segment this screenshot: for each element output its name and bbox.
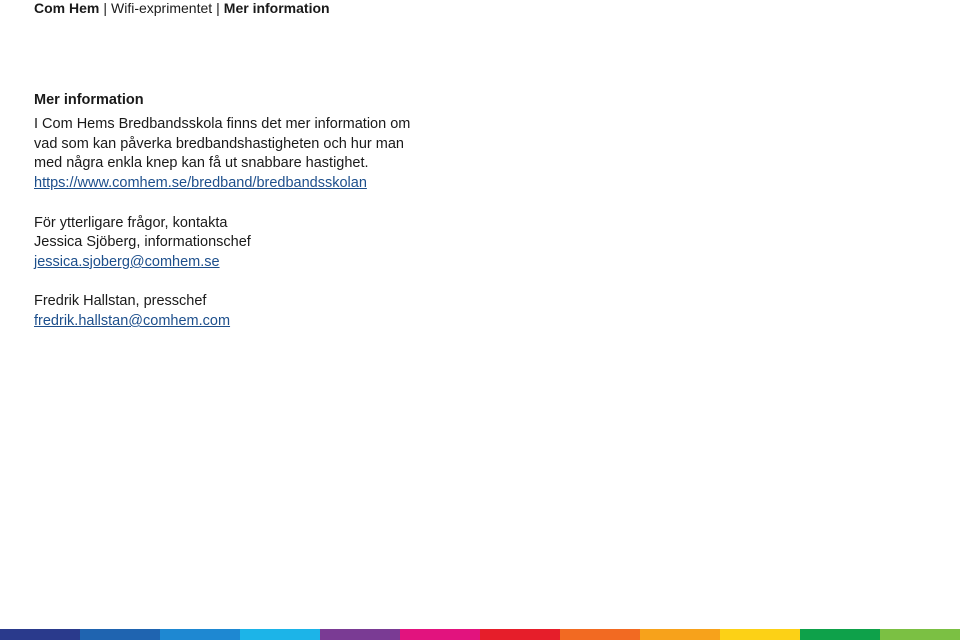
breadcrumb: Com Hem | Wifi-exprimentet | Mer information — [34, 0, 330, 16]
color-stripe-segment — [560, 629, 640, 640]
color-stripe-segment — [880, 629, 960, 640]
intro-text: I Com Hems Bredbandsskola finns det mer … — [34, 116, 411, 172]
contact-email-link[interactable]: jessica.sjoberg@comhem.se — [34, 253, 434, 273]
color-stripe-segment — [80, 629, 160, 640]
color-stripe-segment — [320, 629, 400, 640]
contact-intro: För ytterligare frågor, kontakta — [34, 214, 228, 231]
page-title: Mer information — [34, 92, 144, 108]
brand-color-stripe — [0, 629, 960, 640]
color-stripe-segment — [640, 629, 720, 640]
color-stripe-segment — [240, 629, 320, 640]
breadcrumb-separator: | — [103, 0, 107, 16]
breadcrumb-separator: | — [216, 0, 220, 16]
breadcrumb-home[interactable]: Com Hem — [34, 0, 99, 16]
color-stripe-segment — [400, 629, 480, 640]
color-stripe-segment — [800, 629, 880, 640]
color-stripe-segment — [480, 629, 560, 640]
bredbandsskolan-link[interactable]: https://www.comhem.se/bredband/bredbands… — [34, 174, 434, 194]
article-content: Mer information I Com Hems Bredbandsskol… — [34, 91, 434, 332]
breadcrumb-current: Mer information — [223, 0, 330, 16]
color-stripe-segment — [160, 629, 240, 640]
breadcrumb-section[interactable]: Wifi-exprimentet — [111, 0, 212, 16]
contact-name: Jessica Sjöberg, informationschef — [34, 234, 251, 251]
contact-name: Fredrik Hallstan, presschef — [34, 293, 207, 310]
color-stripe-segment — [0, 629, 80, 640]
color-stripe-segment — [720, 629, 800, 640]
contact-email-link[interactable]: fredrik.hallstan@comhem.com — [34, 312, 434, 332]
